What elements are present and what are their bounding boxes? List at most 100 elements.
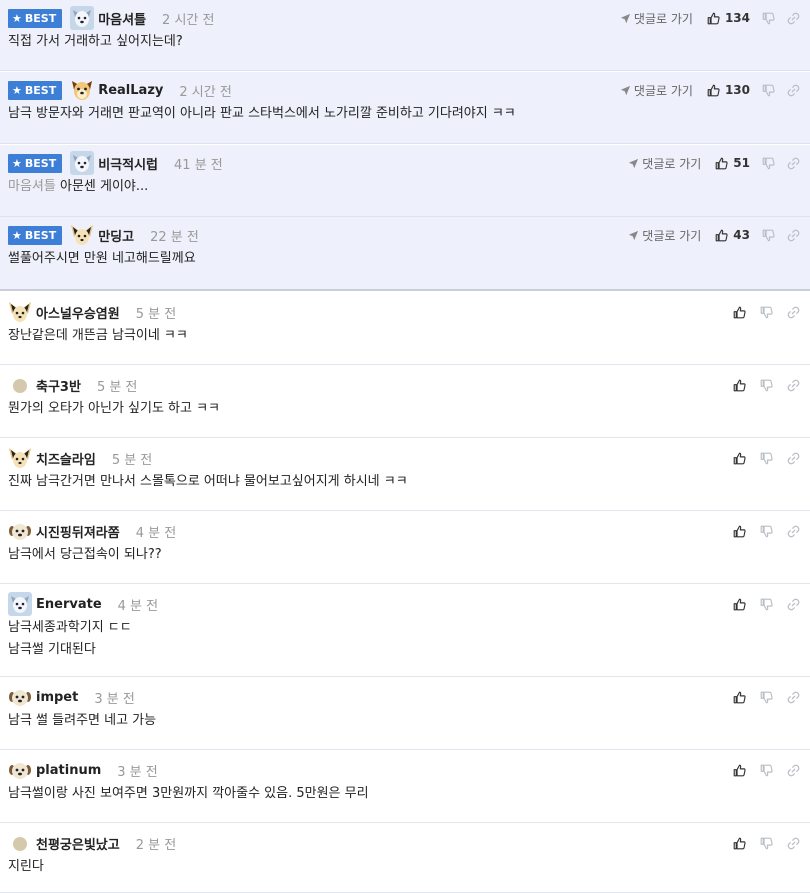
link-icon[interactable] xyxy=(787,157,800,170)
comment-actions xyxy=(733,375,800,395)
goto-comment-label: 댓글로 가기 xyxy=(633,11,693,26)
link-icon[interactable] xyxy=(787,12,800,25)
nickname[interactable]: Enervate xyxy=(36,597,102,612)
comment-line: 남극썰 기대된다 xyxy=(8,639,132,661)
comment-line: 남극세종과학기지 ㄷㄷ xyxy=(8,617,132,639)
like-button[interactable] xyxy=(733,379,746,392)
thumbs-down-icon[interactable] xyxy=(762,229,775,242)
best-comment: ★ BEST 비극적시럽 41 분 전 댓글로 가기 51 마음셔틀 아문센 게이야... xyxy=(0,145,810,217)
link-icon[interactable] xyxy=(787,525,800,538)
goto-comment-link[interactable]: 댓글로 가기 xyxy=(620,82,693,99)
thumbs-down-icon[interactable] xyxy=(760,764,773,777)
link-icon[interactable] xyxy=(787,764,800,777)
like-button[interactable] xyxy=(733,764,746,777)
link-icon[interactable] xyxy=(787,691,800,704)
link-icon[interactable] xyxy=(787,84,800,97)
comment-text: 남극에서 당근접속이 되나?? xyxy=(8,547,162,562)
nickname[interactable]: 아스널우승염원 xyxy=(36,303,120,322)
like-button[interactable]: 134 xyxy=(707,11,750,25)
timestamp: 4 분 전 xyxy=(135,525,177,541)
best-badge: ★ BEST xyxy=(8,80,63,100)
goto-comment-label: 댓글로 가기 xyxy=(642,228,702,243)
link-icon[interactable] xyxy=(787,452,800,465)
nickname[interactable]: 치즈슬라임 xyxy=(36,449,96,468)
comment: 천평궁은빛났고 2 분 전 지린다 xyxy=(0,823,810,893)
comment-text: 뭔가의 오타가 아닌가 싶기도 하고 ㅋㅋ xyxy=(8,401,221,416)
like-button[interactable] xyxy=(733,598,746,611)
avatar[interactable] xyxy=(70,151,95,175)
link-icon[interactable] xyxy=(787,306,800,319)
comment: Enervate 4 분 전 남극세종과학기지 ㄷㄷ 남극썰 기대된다 xyxy=(0,584,810,677)
like-button[interactable] xyxy=(733,525,746,538)
nickname[interactable]: platinum xyxy=(36,763,101,778)
link-icon[interactable] xyxy=(787,379,800,392)
goto-comment-link[interactable]: 댓글로 가기 xyxy=(628,155,701,172)
link-icon[interactable] xyxy=(787,229,800,242)
comment-body: 마음셔틀 아문센 게이야... xyxy=(8,176,148,198)
send-arrow-icon xyxy=(620,85,634,96)
link-icon[interactable] xyxy=(787,837,800,850)
nickname[interactable]: RealLazy xyxy=(98,83,163,98)
timestamp: 2 시간 전 xyxy=(162,12,215,28)
thumbs-down-icon[interactable] xyxy=(762,12,775,25)
thumbs-up-icon xyxy=(733,764,746,777)
goto-comment-link[interactable]: 댓글로 가기 xyxy=(620,10,693,27)
avatar[interactable] xyxy=(8,758,32,782)
thumbs-down-icon[interactable] xyxy=(760,306,773,319)
comment-body: 남극썰이랑 사진 보여주면 3만원까지 깍아줄수 있음. 5만원은 무리 xyxy=(8,783,369,805)
nickname[interactable]: 마음셔틀 xyxy=(98,9,146,28)
avatar[interactable] xyxy=(70,78,94,102)
link-icon[interactable] xyxy=(787,598,800,611)
thumbs-down-icon[interactable] xyxy=(760,379,773,392)
thumbs-down-icon[interactable] xyxy=(760,691,773,704)
comment-line: 마음셔틀 아문센 게이야... xyxy=(8,176,148,198)
avatar[interactable] xyxy=(8,300,32,324)
comment-line: 직접 가서 거래하고 싶어지는데? xyxy=(8,31,183,53)
avatar[interactable] xyxy=(8,592,32,616)
nickname[interactable]: 축구3반 xyxy=(36,376,81,395)
comment-actions xyxy=(733,760,800,780)
thumbs-down-icon[interactable] xyxy=(760,452,773,465)
avatar[interactable] xyxy=(8,446,32,470)
thumbs-up-icon xyxy=(733,452,746,465)
comment-header: 아스널우승염원 5 분 전 xyxy=(8,302,176,322)
like-button[interactable]: 51 xyxy=(715,156,750,170)
thumbs-down-icon[interactable] xyxy=(760,598,773,611)
comment-header: 천평궁은빛났고 2 분 전 xyxy=(8,833,176,853)
like-button[interactable] xyxy=(733,837,746,850)
nickname[interactable]: 만딩고 xyxy=(98,226,134,245)
comment-header: impet 3 분 전 xyxy=(8,687,135,707)
like-button[interactable] xyxy=(733,691,746,704)
comment-actions xyxy=(733,833,800,853)
avatar[interactable] xyxy=(8,519,32,543)
comment-actions xyxy=(733,521,800,541)
like-count: 134 xyxy=(724,11,750,25)
nickname[interactable]: impet xyxy=(36,690,78,705)
comment-body: 썰풀어주시면 만원 네고해드릴께요 xyxy=(8,248,196,270)
thumbs-up-icon xyxy=(733,691,746,704)
thumbs-down-icon[interactable] xyxy=(762,84,775,97)
thumbs-down-icon[interactable] xyxy=(760,525,773,538)
avatar[interactable] xyxy=(8,685,32,709)
like-button[interactable] xyxy=(733,452,746,465)
star-icon: ★ xyxy=(12,156,22,170)
avatar[interactable] xyxy=(70,223,94,247)
like-button[interactable]: 43 xyxy=(715,228,750,242)
like-button[interactable]: 130 xyxy=(707,83,750,97)
comment-header: Enervate 4 분 전 xyxy=(8,592,158,616)
goto-comment-link[interactable]: 댓글로 가기 xyxy=(628,227,701,244)
nickname[interactable]: 시진핑뒤져라쫌 xyxy=(36,522,120,541)
comment-text: 남극 썰 들려주면 네고 가능 xyxy=(8,713,157,728)
avatar[interactable] xyxy=(70,6,95,30)
thumbs-down-icon[interactable] xyxy=(762,157,775,170)
avatar[interactable] xyxy=(8,831,32,855)
timestamp: 41 분 전 xyxy=(174,157,223,173)
nickname[interactable]: 비극적시럽 xyxy=(98,154,158,173)
star-icon: ★ xyxy=(12,228,22,242)
like-button[interactable] xyxy=(733,306,746,319)
nickname[interactable]: 천평궁은빛났고 xyxy=(36,834,120,853)
avatar[interactable] xyxy=(8,373,32,397)
reply-target[interactable]: 마음셔틀 xyxy=(8,179,56,194)
comment-body: 직접 가서 거래하고 싶어지는데? xyxy=(8,31,183,53)
thumbs-down-icon[interactable] xyxy=(760,837,773,850)
